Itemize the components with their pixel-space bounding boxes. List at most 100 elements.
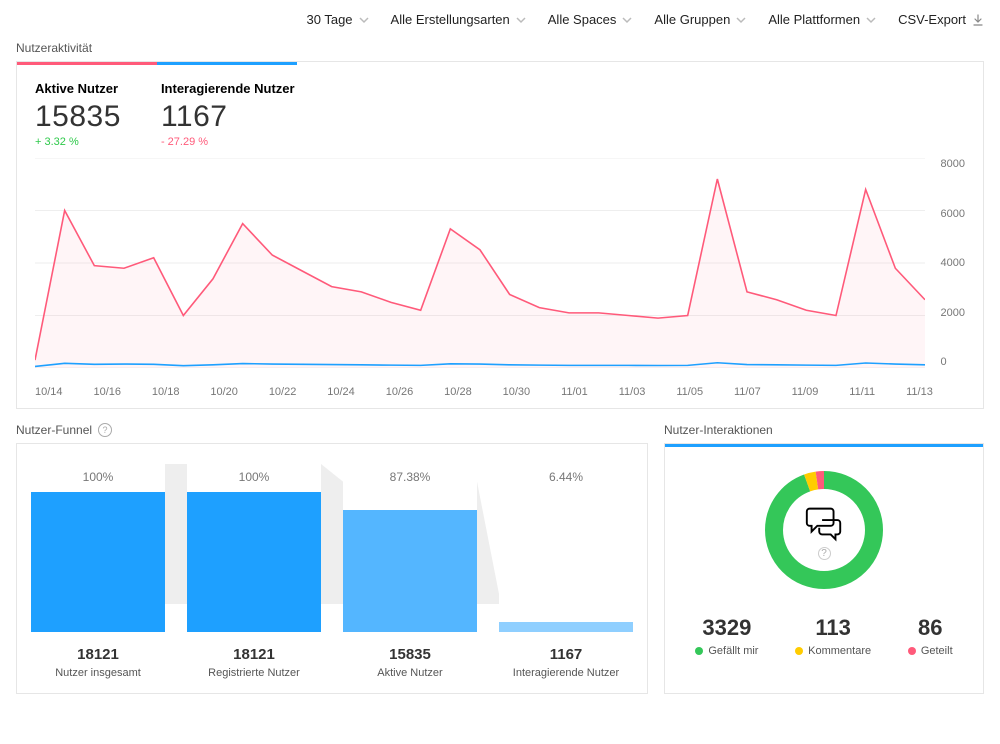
chevron-down-icon xyxy=(359,15,369,25)
funnel-num: 1167 xyxy=(550,646,583,663)
filter-spaces[interactable]: Alle Spaces xyxy=(548,12,633,27)
csv-export-label: CSV-Export xyxy=(898,12,966,27)
tab-interacting-users[interactable] xyxy=(157,62,297,65)
activity-section: Nutzeraktivität Aktive Nutzer 15835 + 3.… xyxy=(16,41,984,409)
funnel-col: 100%18121Registrierte Nutzer xyxy=(187,492,321,679)
filter-groups-label: Alle Gruppen xyxy=(654,12,730,27)
filter-bar: 30 Tage Alle Erstellungsarten Alle Space… xyxy=(16,12,984,27)
funnel-pct: 100% xyxy=(187,470,321,484)
interactions-title: Nutzer-Interaktionen xyxy=(664,423,984,437)
kpi-interacting-label: Interagierende Nutzer xyxy=(161,81,295,96)
x-axis: 10/14 10/16 10/18 10/20 10/22 10/24 10/26 10/28… xyxy=(35,386,933,398)
funnel-cap: Nutzer insgesamt xyxy=(55,667,141,679)
activity-chart: 80006000400020000 10/1410/1610/1810/2010… xyxy=(17,158,983,408)
kpi-interacting-users: Interagierende Nutzer 1167 - 27.29 % xyxy=(161,81,295,148)
funnel-bar xyxy=(343,510,477,632)
x-tick: 10/20 xyxy=(210,386,238,398)
chevron-down-icon xyxy=(866,15,876,25)
funnel-chart: 100% 18121 Nutzer insgesamt 100% 18121 Regist… xyxy=(31,464,633,679)
filter-platforms[interactable]: Alle Plattformen xyxy=(768,12,876,27)
filter-creation-label: Alle Erstellungsarten xyxy=(391,12,510,27)
stat-shares-lab: Geteilt xyxy=(921,645,953,657)
x-tick: 11/05 xyxy=(676,386,703,398)
stat-comments: 113 Kommentare xyxy=(795,615,871,657)
kpi-interacting-value: 1167 xyxy=(161,100,295,134)
dot-icon xyxy=(908,647,916,655)
kpi-active-change: + 3.32 % xyxy=(35,136,121,148)
stat-shares-num: 86 xyxy=(908,615,953,641)
funnel-num: 18121 xyxy=(233,646,275,663)
x-tick: 11/09 xyxy=(792,386,819,398)
filter-range-label: 30 Tage xyxy=(307,12,353,27)
y-tick: 8000 xyxy=(941,158,965,170)
stat-shares: 86 Geteilt xyxy=(908,615,953,657)
help-icon[interactable]: ? xyxy=(818,547,831,560)
kpi-active-label: Aktive Nutzer xyxy=(35,81,121,96)
chevron-down-icon xyxy=(736,15,746,25)
chevron-down-icon xyxy=(516,15,526,25)
funnel-num: 15835 xyxy=(389,646,431,663)
funnel-section: Nutzer-Funnel ? 100% 18121 Nutzer insgesam… xyxy=(16,423,648,694)
filter-groups[interactable]: Alle Gruppen xyxy=(654,12,746,27)
funnel-bar xyxy=(31,492,165,632)
filter-creation[interactable]: Alle Erstellungsarten xyxy=(391,12,526,27)
y-tick: 2000 xyxy=(941,307,965,319)
x-tick: 10/14 xyxy=(35,386,63,398)
funnel-title: Nutzer-Funnel xyxy=(16,423,92,437)
kpi-interacting-change: - 27.29 % xyxy=(161,136,295,148)
x-tick: 10/26 xyxy=(386,386,414,398)
x-tick: 10/22 xyxy=(269,386,297,398)
funnel-cap: Registrierte Nutzer xyxy=(208,667,300,679)
x-tick: 11/07 xyxy=(734,386,761,398)
tab-active-users[interactable] xyxy=(17,62,157,65)
funnel-col: 100%18121Nutzer insgesamt xyxy=(31,492,165,679)
y-tick: 0 xyxy=(941,356,965,368)
stat-likes: 3329 Gefällt mir xyxy=(695,615,758,657)
funnel-bar xyxy=(499,622,633,632)
y-tick: 4000 xyxy=(941,257,965,269)
interactions-section: Nutzer-Interaktionen ? xyxy=(664,423,984,694)
csv-export-button[interactable]: CSV-Export xyxy=(898,12,984,27)
filter-spaces-label: Alle Spaces xyxy=(548,12,617,27)
chevron-down-icon xyxy=(622,15,632,25)
funnel-pct: 6.44% xyxy=(499,470,633,484)
funnel-num: 18121 xyxy=(77,646,119,663)
filter-platforms-label: Alle Plattformen xyxy=(768,12,860,27)
x-tick: 10/16 xyxy=(93,386,121,398)
funnel-bar xyxy=(187,492,321,632)
dot-icon xyxy=(795,647,803,655)
activity-card: Aktive Nutzer 15835 + 3.32 % Interagiere… xyxy=(16,61,984,409)
y-tick: 6000 xyxy=(941,208,965,220)
donut-chart: ? xyxy=(759,465,889,595)
filter-range[interactable]: 30 Tage xyxy=(307,12,369,27)
x-tick: 10/30 xyxy=(503,386,531,398)
stat-likes-lab: Gefällt mir xyxy=(708,645,758,657)
x-tick: 11/01 xyxy=(561,386,588,398)
funnel-card: 100% 18121 Nutzer insgesamt 100% 18121 Regist… xyxy=(16,443,648,694)
dot-icon xyxy=(695,647,703,655)
funnel-pct: 100% xyxy=(31,470,165,484)
interactions-card: ? 3329 Gefällt mir 113 Kommentare xyxy=(664,443,984,694)
help-icon[interactable]: ? xyxy=(98,423,112,437)
y-axis: 8000 6000 4000 2000 0 xyxy=(941,158,965,368)
kpi-active-value: 15835 xyxy=(35,100,121,134)
x-tick: 11/13 xyxy=(906,386,933,398)
x-tick: 10/24 xyxy=(327,386,355,398)
x-tick: 11/03 xyxy=(619,386,646,398)
kpi-active-users: Aktive Nutzer 15835 + 3.32 % xyxy=(35,81,121,148)
funnel-cap: Aktive Nutzer xyxy=(377,667,442,679)
funnel-col: 6.44%1167Interagierende Nutzer xyxy=(499,492,633,679)
stat-comments-lab: Kommentare xyxy=(808,645,871,657)
stat-comments-num: 113 xyxy=(795,615,871,641)
x-tick: 10/28 xyxy=(444,386,472,398)
download-icon xyxy=(972,14,984,26)
funnel-pct: 87.38% xyxy=(343,470,477,484)
stat-likes-num: 3329 xyxy=(695,615,758,641)
line-chart-svg xyxy=(35,158,925,368)
chat-icon xyxy=(803,501,845,543)
activity-title: Nutzeraktivität xyxy=(16,41,984,55)
funnel-col: 87.38%15835Aktive Nutzer xyxy=(343,492,477,679)
x-tick: 11/11 xyxy=(849,386,875,398)
x-tick: 10/18 xyxy=(152,386,180,398)
funnel-cap: Interagierende Nutzer xyxy=(513,667,619,679)
